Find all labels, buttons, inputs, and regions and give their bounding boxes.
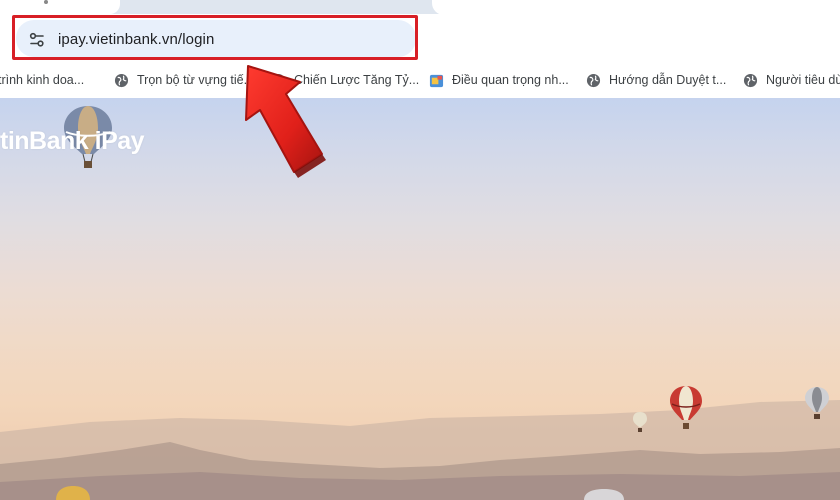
screenshot-stage: ipay.vietinbank.vn/login trình kinh doa.… bbox=[0, 0, 840, 500]
hot-air-balloon-icon bbox=[633, 412, 647, 432]
bookmark-label: Điều quan trọng nh... bbox=[452, 73, 569, 87]
bookmark-item[interactable]: Hướng dẫn Duyệt t... bbox=[586, 69, 726, 91]
bookmark-item[interactable]: trình kinh doa... bbox=[0, 69, 84, 91]
tab-strip-right bbox=[432, 0, 840, 15]
address-highlight-box bbox=[12, 15, 418, 60]
app-icon bbox=[429, 74, 444, 87]
globe-icon bbox=[114, 73, 129, 87]
bookmark-item[interactable]: Điều quan trọng nh... bbox=[429, 69, 569, 91]
tab-edge-icon bbox=[44, 0, 48, 4]
bookmark-label: Người tiêu dù bbox=[766, 73, 840, 87]
bookmark-item[interactable]: Người tiêu dù bbox=[743, 69, 840, 91]
hot-air-balloon-icon bbox=[670, 386, 702, 429]
vietinbank-ipay-logo: tinBank iPay bbox=[0, 127, 145, 155]
hot-air-balloon-icon bbox=[584, 489, 624, 500]
globe-icon bbox=[743, 73, 758, 87]
hot-air-balloon-icon bbox=[56, 486, 90, 500]
bookmark-label: trình kinh doa... bbox=[0, 73, 85, 87]
browser-tab[interactable] bbox=[0, 0, 120, 14]
hot-air-balloon-icon bbox=[805, 387, 829, 419]
mountain-silhouette bbox=[0, 400, 840, 500]
globe-icon bbox=[586, 73, 601, 87]
bookmark-label: Hướng dẫn Duyệt t... bbox=[609, 73, 727, 87]
pointer-arrow-icon bbox=[245, 65, 326, 178]
